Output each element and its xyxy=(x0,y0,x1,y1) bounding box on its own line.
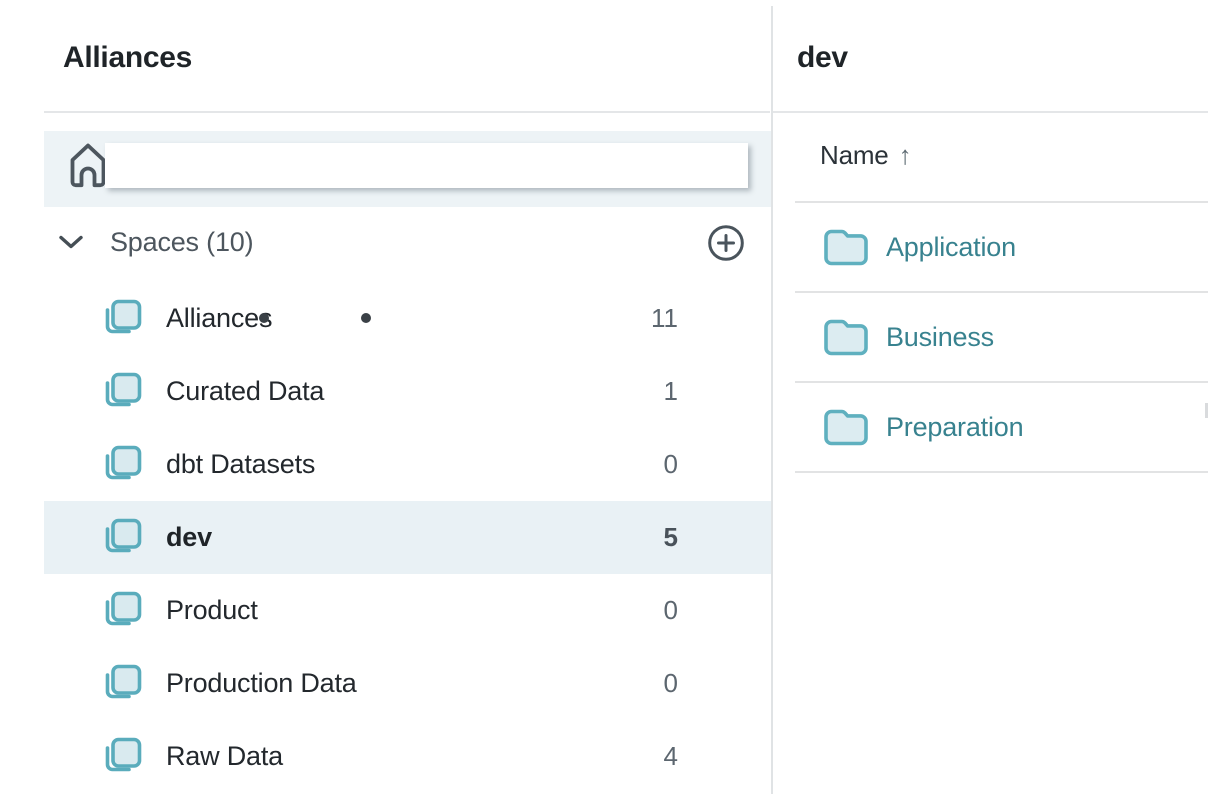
space-icon xyxy=(100,370,144,414)
space-count: 5 xyxy=(664,522,678,553)
app-window: Alliances Spaces (10) xyxy=(0,0,1208,794)
space-icon xyxy=(100,516,144,560)
hidden-text-descender xyxy=(361,313,371,323)
space-row-dev[interactable]: dev 5 xyxy=(44,501,771,574)
name-column-sort-header[interactable]: Name ↑ xyxy=(820,140,911,171)
spaces-section-label[interactable]: Spaces (10) xyxy=(110,227,253,258)
space-count: 11 xyxy=(651,303,678,334)
space-icon xyxy=(100,662,144,706)
space-name: Raw Data xyxy=(166,741,283,772)
space-count: 1 xyxy=(664,376,678,407)
sidebar-title: Alliances xyxy=(63,41,192,75)
space-name: Alliances xyxy=(166,303,272,334)
space-icon xyxy=(100,443,144,487)
spaces-section-header: Spaces (10) xyxy=(44,206,771,278)
space-icon xyxy=(100,735,144,779)
space-count: 0 xyxy=(664,668,678,699)
space-name: Product xyxy=(166,595,258,626)
space-title: dev xyxy=(797,41,848,75)
space-count: 0 xyxy=(664,449,678,480)
space-row-product[interactable]: Product 0 xyxy=(44,574,771,647)
space-row-production-data[interactable]: Production Data 0 xyxy=(44,647,771,720)
sort-ascending-icon: ↑ xyxy=(899,140,912,170)
sidebar-title-divider xyxy=(44,111,770,113)
space-name: Curated Data xyxy=(166,376,324,407)
space-icon xyxy=(100,589,144,633)
folder-row-application[interactable]: Application xyxy=(795,203,1208,293)
space-name: dbt Datasets xyxy=(166,449,315,480)
folder-link[interactable]: Business xyxy=(886,322,994,353)
hidden-text-descender xyxy=(259,313,269,323)
space-row-curated-data[interactable]: Curated Data 1 xyxy=(44,355,771,428)
spaces-list: Alliances 11 Curated Data 1 dbt Datasets… xyxy=(44,282,771,793)
folder-icon xyxy=(823,407,869,447)
redaction-overlay xyxy=(105,143,748,188)
folder-link[interactable]: Preparation xyxy=(886,412,1023,443)
folder-link[interactable]: Application xyxy=(886,232,1016,263)
plus-circle-icon xyxy=(707,224,745,262)
folder-row-preparation[interactable]: Preparation xyxy=(795,383,1208,473)
main-title-divider xyxy=(773,111,1208,113)
space-row-alliances[interactable]: Alliances 11 xyxy=(44,282,771,355)
add-space-button[interactable] xyxy=(707,224,745,262)
folder-icon xyxy=(823,227,869,267)
name-column-label: Name xyxy=(820,140,889,170)
home-nav-item[interactable] xyxy=(44,131,771,207)
space-icon xyxy=(100,297,144,341)
space-row-raw-data[interactable]: Raw Data 4 xyxy=(44,720,771,793)
space-row-dbt-datasets[interactable]: dbt Datasets 0 xyxy=(44,428,771,501)
folder-icon xyxy=(823,317,869,357)
home-icon xyxy=(68,141,108,195)
space-name: Production Data xyxy=(166,668,357,699)
space-contents-panel: dev Name ↑ Application Business xyxy=(773,0,1208,794)
folder-row-business[interactable]: Business xyxy=(795,293,1208,383)
space-name: dev xyxy=(166,522,212,553)
spaces-sidebar: Alliances Spaces (10) xyxy=(0,0,771,794)
folder-table: Application Business Preparation xyxy=(795,201,1208,473)
space-count: 0 xyxy=(664,595,678,626)
space-count: 4 xyxy=(664,741,678,772)
chevron-down-icon[interactable] xyxy=(58,234,84,255)
